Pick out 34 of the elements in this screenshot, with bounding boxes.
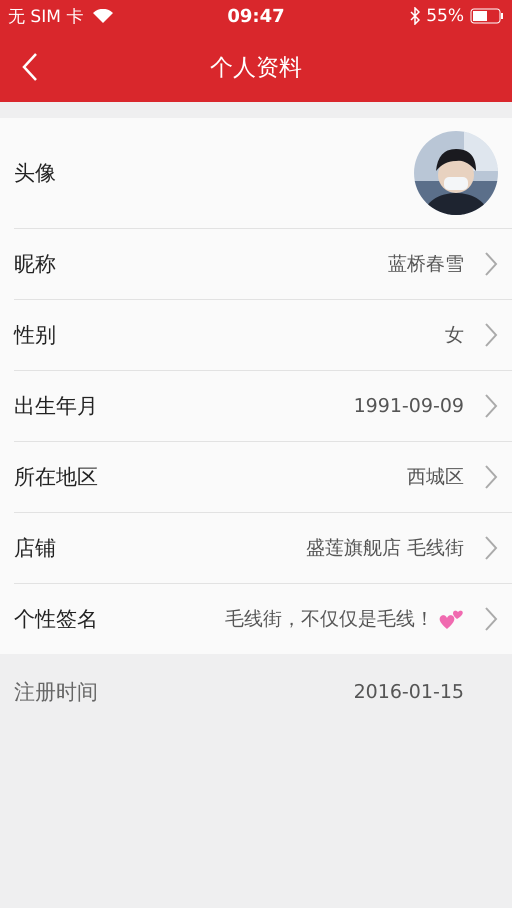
register-time-label: 注册时间 xyxy=(14,679,99,706)
profile-row[interactable]: 所在地区 西城区 xyxy=(14,442,512,513)
row-label: 出生年月 xyxy=(14,393,99,420)
profile-row[interactable]: 昵称 蓝桥春雪 xyxy=(14,229,512,300)
battery-icon xyxy=(470,8,504,24)
profile-row[interactable]: 个性签名 毛线街，不仅仅是毛线！ xyxy=(14,584,512,654)
register-time-value: 2016-01-15 xyxy=(354,681,464,703)
chevron-right-icon xyxy=(484,606,498,632)
profile-row[interactable]: 出生年月 1991-09-09 xyxy=(14,371,512,442)
profile-row[interactable]: 性别 女 xyxy=(14,300,512,371)
profile-row[interactable]: 店铺 盛莲旗舰店 毛线街 xyxy=(14,513,512,584)
wifi-icon xyxy=(93,9,114,23)
row-value: 毛线街，不仅仅是毛线！ xyxy=(225,607,434,632)
chevron-right-icon xyxy=(484,535,498,561)
row-label: 所在地区 xyxy=(14,464,99,491)
row-label: 昵称 xyxy=(14,251,57,278)
clock-text: 09:47 xyxy=(227,6,285,26)
chevron-right-icon xyxy=(484,393,498,419)
row-label: 店铺 xyxy=(14,535,57,562)
row-value: 女 xyxy=(445,323,464,348)
row-label: 个性签名 xyxy=(14,606,99,633)
row-label: 头像 xyxy=(14,160,57,187)
chevron-right-icon xyxy=(484,251,498,277)
page-title: 个人资料 xyxy=(210,54,302,82)
row-value: 1991-09-09 xyxy=(354,395,464,417)
chevron-right-icon xyxy=(484,464,498,490)
row-label: 性别 xyxy=(14,322,57,349)
row-value: 西城区 xyxy=(407,465,464,490)
row-value: 盛莲旗舰店 毛线街 xyxy=(306,536,464,561)
bluetooth-icon xyxy=(410,7,420,25)
row-value: 蓝桥春雪 xyxy=(388,252,464,277)
chevron-right-icon xyxy=(484,322,498,348)
battery-percent: 55% xyxy=(426,6,464,26)
carrier-text: 无 SIM 卡 xyxy=(8,6,84,28)
